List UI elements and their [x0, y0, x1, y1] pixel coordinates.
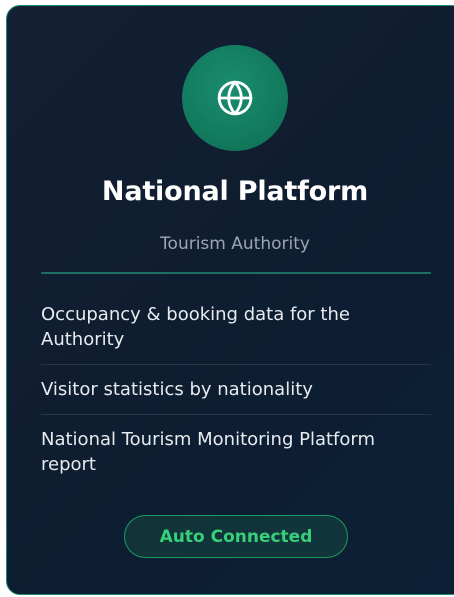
- status-badge-label: Auto Connected: [159, 526, 313, 547]
- feature-list: Occupancy & booking data for the Authori…: [41, 302, 431, 501]
- feature-item: Occupancy & booking data for the Authori…: [41, 302, 431, 365]
- card-title: National Platform: [101, 176, 369, 207]
- status-badge: Auto Connected: [124, 515, 348, 558]
- platform-card: National Platform Tourism Authority Occu…: [6, 5, 454, 595]
- card-subtitle: Tourism Authority: [160, 234, 310, 254]
- logo-circle: [182, 45, 288, 151]
- feature-item: Visitor statistics by nationality: [41, 377, 431, 415]
- title-divider: [41, 272, 431, 274]
- globe-icon: [217, 80, 253, 116]
- feature-item: National Tourism Monitoring Platform rep…: [41, 429, 376, 475]
